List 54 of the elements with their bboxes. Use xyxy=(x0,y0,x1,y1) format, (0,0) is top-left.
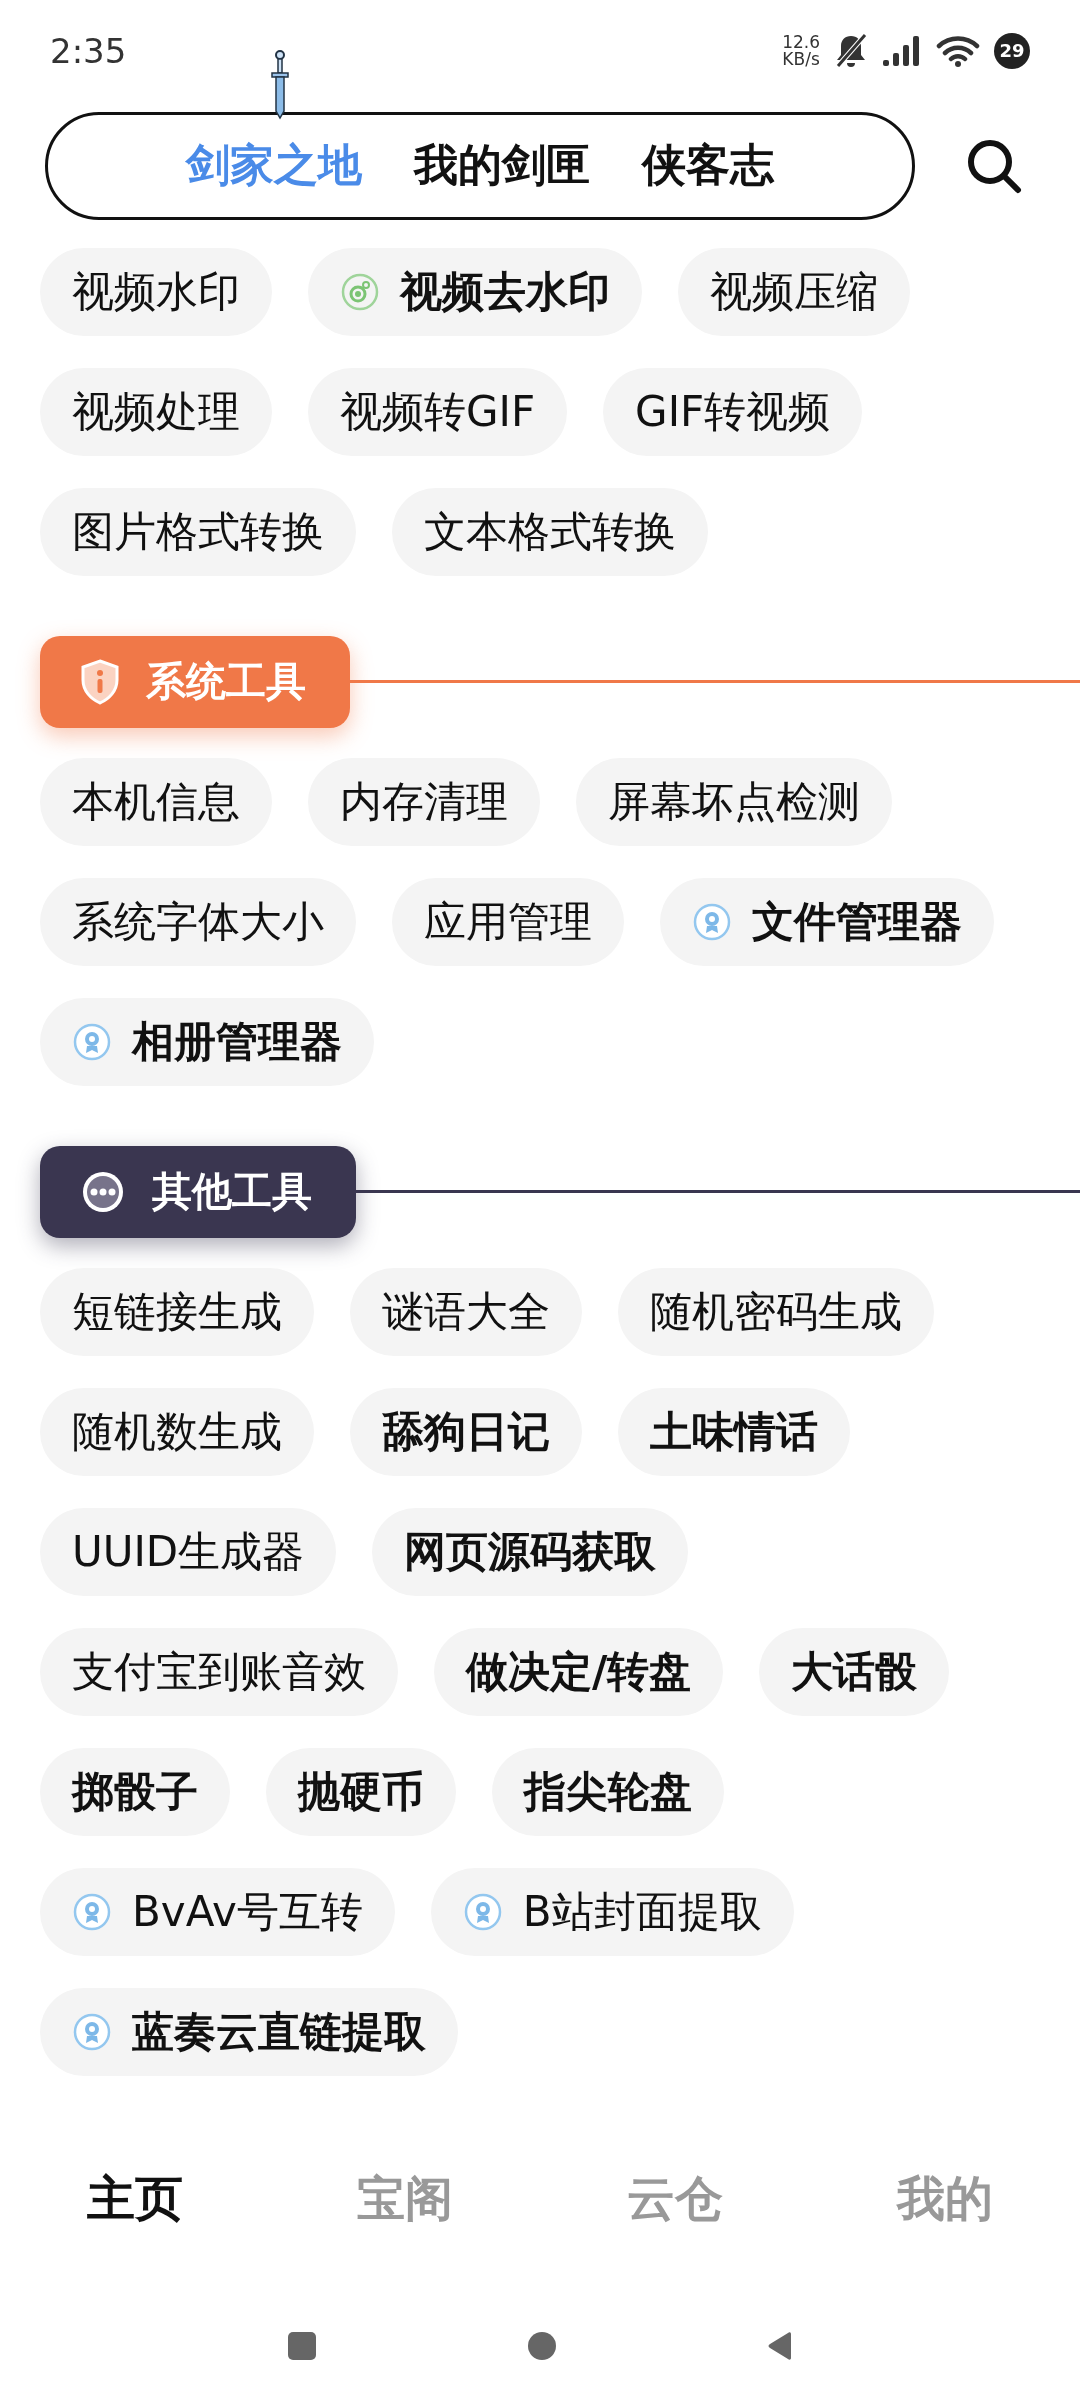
target-icon xyxy=(340,271,380,312)
section-title: 其他工具 xyxy=(152,1167,312,1217)
tool-chip[interactable]: 抛硬币 xyxy=(266,1747,456,1836)
tool-chip[interactable]: 掷骰子 xyxy=(40,1747,230,1836)
tool-chip[interactable]: 谜语大全 xyxy=(350,1267,582,1356)
tool-chip[interactable]: 视频压缩 xyxy=(678,247,910,336)
award-icon xyxy=(72,2011,112,2052)
award-icon xyxy=(72,1891,112,1932)
tool-chip[interactable]: 系统字体大小 xyxy=(40,877,356,966)
tab[interactable]: 我的剑匣 xyxy=(408,132,596,200)
tool-chip[interactable]: 本机信息 xyxy=(40,757,272,846)
tool-chip[interactable]: B站封面提取 xyxy=(430,1867,794,1956)
tool-chip[interactable]: 随机数生成 xyxy=(40,1387,314,1476)
tool-chip[interactable]: 随机密码生成 xyxy=(618,1267,934,1356)
signal-icon xyxy=(882,34,922,67)
nav-tab[interactable]: 主页 xyxy=(81,2166,189,2233)
award-icon xyxy=(692,901,732,942)
clock-time: 2:35 xyxy=(50,30,127,71)
tool-chip[interactable]: 舔狗日记 xyxy=(350,1387,582,1476)
tool-chip[interactable]: 土味情话 xyxy=(618,1387,850,1476)
tool-chip[interactable]: 蓝奏云直链提取 xyxy=(40,1987,458,2076)
network-speed: 12.6 KB/s xyxy=(782,33,820,68)
tool-chip[interactable]: 文本格式转换 xyxy=(392,487,708,576)
muted-bell-icon xyxy=(834,32,868,69)
back-icon[interactable] xyxy=(767,2332,793,2361)
tool-chip[interactable]: 应用管理 xyxy=(392,877,624,966)
tool-chip[interactable]: 指尖轮盘 xyxy=(492,1747,724,1836)
tool-chip[interactable]: 相册管理器 xyxy=(40,997,374,1086)
shield-icon xyxy=(80,658,120,705)
award-icon xyxy=(72,1021,112,1062)
tool-chip[interactable]: 视频水印 xyxy=(40,247,272,336)
award-icon xyxy=(462,1891,503,1932)
tool-chip[interactable]: 大话骰 xyxy=(759,1627,950,1716)
tool-chip[interactable]: 视频转GIF xyxy=(308,367,568,456)
tab[interactable]: 侠客志 xyxy=(636,132,780,200)
wifi-icon xyxy=(936,34,980,67)
tool-chip[interactable]: BvAv号互转 xyxy=(40,1867,395,1956)
tool-chip[interactable]: 短链接生成 xyxy=(40,1267,314,1356)
section-title: 系统工具 xyxy=(146,657,306,707)
tool-chip[interactable]: 图片格式转换 xyxy=(40,487,356,576)
tool-chip[interactable]: 文件管理器 xyxy=(660,877,994,966)
tool-chip[interactable]: 视频处理 xyxy=(40,367,272,456)
tool-chip[interactable]: GIF转视频 xyxy=(603,367,863,456)
tool-chip[interactable]: 支付宝到账音效 xyxy=(40,1627,398,1716)
recent-apps-icon[interactable] xyxy=(287,2331,317,2362)
tool-chip[interactable]: 网页源码获取 xyxy=(372,1507,689,1596)
tool-chip[interactable]: 做决定/转盘 xyxy=(434,1627,724,1716)
sword-icon xyxy=(270,50,290,121)
tool-chip[interactable]: 视频去水印 xyxy=(308,247,642,336)
tool-chip[interactable]: UUID生成器 xyxy=(40,1507,337,1596)
tool-chip[interactable]: 内存清理 xyxy=(308,757,540,846)
battery-indicator: 29 xyxy=(994,32,1030,69)
home-icon[interactable] xyxy=(527,2331,557,2362)
tool-chip[interactable]: 屏幕坏点检测 xyxy=(576,757,892,846)
